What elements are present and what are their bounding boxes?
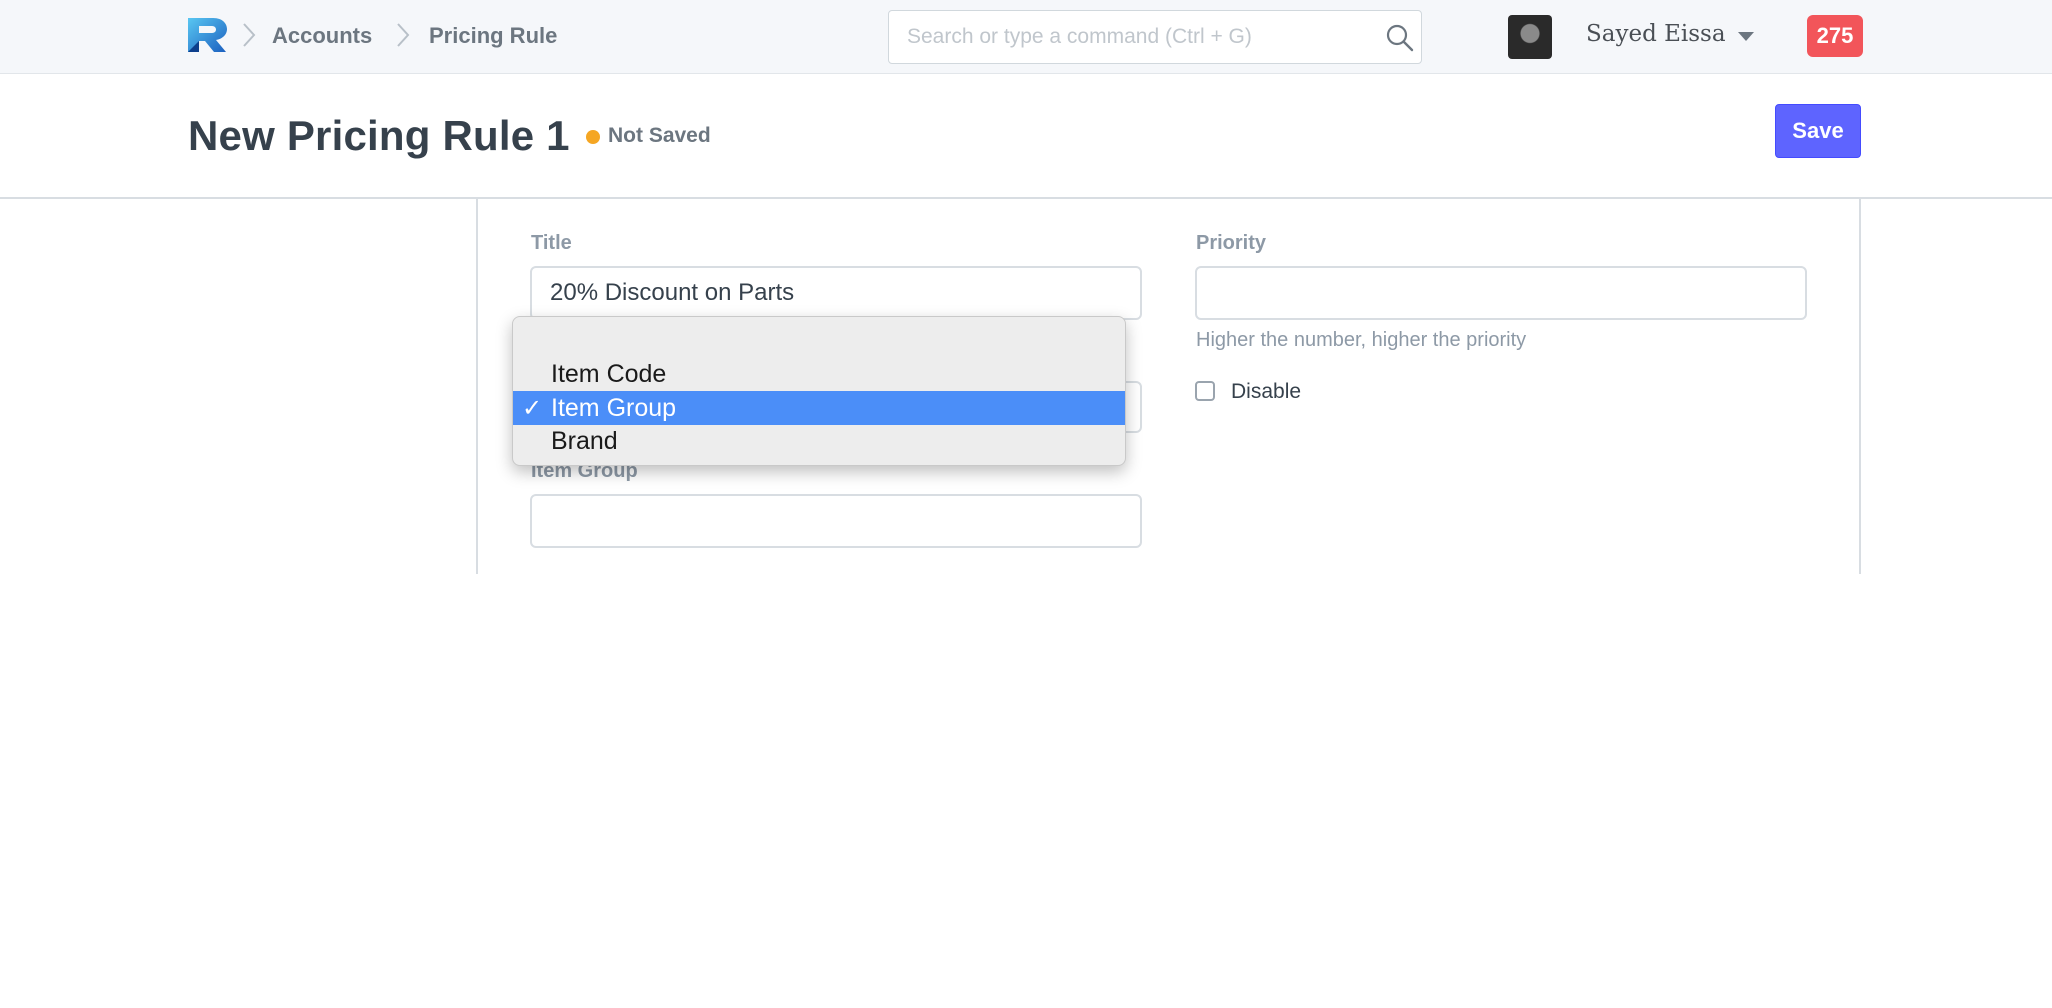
status-badge: Not Saved	[608, 124, 711, 147]
apply-on-dropdown-menu: Item Code ✓ Item Group Brand	[512, 316, 1126, 466]
notification-badge[interactable]: 275	[1807, 15, 1863, 57]
dropdown-option-brand[interactable]: Brand	[513, 424, 1125, 458]
search-box	[888, 10, 1422, 64]
search-input[interactable]	[907, 19, 1367, 55]
disable-label[interactable]: Disable	[1231, 380, 1301, 404]
title-field[interactable]	[530, 266, 1142, 320]
chevron-right-icon	[397, 23, 410, 47]
dropdown-option-item-code[interactable]: Item Code	[513, 357, 1125, 391]
page-title: New Pricing Rule 1	[188, 112, 570, 159]
dropdown-option-label: Item Code	[551, 360, 667, 388]
dropdown-option-label: Brand	[551, 427, 618, 455]
dropdown-option-label: Item Group	[551, 394, 677, 422]
caret-down-icon[interactable]	[1738, 32, 1754, 41]
checkmark-icon: ✓	[522, 394, 543, 422]
navbar: Accounts Pricing Rule Sayed Eissa 275	[0, 0, 2052, 74]
status-indicator-dot	[586, 130, 600, 144]
r-logo-icon[interactable]	[186, 16, 230, 54]
disable-checkbox[interactable]	[1195, 381, 1215, 401]
priority-field[interactable]	[1195, 266, 1807, 320]
user-name[interactable]: Sayed Eissa	[1586, 21, 1726, 47]
priority-label: Priority	[1196, 232, 1267, 254]
item-group-field[interactable]	[530, 494, 1142, 548]
breadcrumb-accounts[interactable]: Accounts	[272, 23, 372, 49]
page-head: New Pricing Rule 1 Not Saved Save	[0, 74, 2052, 199]
chevron-right-icon	[243, 23, 256, 47]
save-button[interactable]: Save	[1775, 104, 1861, 158]
avatar[interactable]	[1508, 15, 1552, 59]
title-label: Title	[531, 232, 572, 254]
priority-help-text: Higher the number, higher the priority	[1196, 329, 1527, 351]
dropdown-option-item-group[interactable]: ✓ Item Group	[513, 391, 1125, 425]
search-icon[interactable]	[1386, 24, 1414, 52]
breadcrumb-pricing-rule[interactable]: Pricing Rule	[429, 23, 557, 49]
